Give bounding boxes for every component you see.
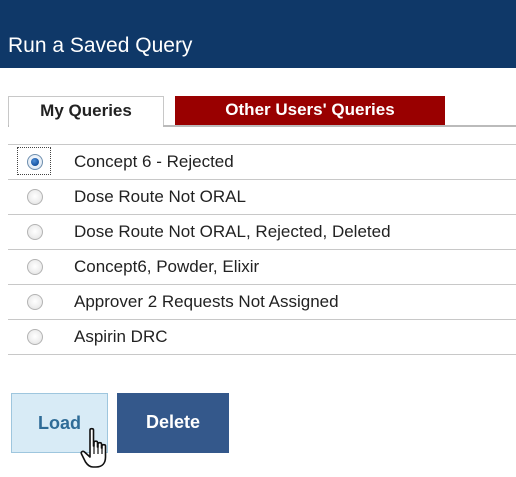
query-row-dose-route-not-oral[interactable]: Dose Route Not ORAL	[8, 180, 516, 215]
query-tabs: My Queries Other Users' Queries	[8, 96, 516, 126]
query-label: Aspirin DRC	[74, 327, 168, 346]
active-tab-underlay	[9, 124, 163, 128]
page-title: Run a Saved Query	[8, 34, 193, 57]
query-label: Dose Route Not ORAL	[74, 187, 246, 206]
query-row-approver-2-requests-not-assigned[interactable]: Approver 2 Requests Not Assigned	[8, 285, 516, 320]
tab-other-users-queries[interactable]: Other Users' Queries	[175, 96, 445, 125]
query-label: Concept 6 - Rejected	[74, 152, 234, 171]
radio-icon[interactable]	[27, 329, 43, 345]
radio-selected-icon[interactable]	[27, 154, 43, 170]
query-row-aspirin-drc[interactable]: Aspirin DRC	[8, 320, 516, 355]
radio-icon[interactable]	[27, 259, 43, 275]
radio-icon[interactable]	[27, 294, 43, 310]
query-label: Dose Route Not ORAL, Rejected, Deleted	[74, 222, 391, 241]
hand-pointer-icon	[80, 427, 107, 468]
query-row-dose-route-not-oral-rejected-deleted[interactable]: Dose Route Not ORAL, Rejected, Deleted	[8, 215, 516, 250]
page-header: Run a Saved Query	[0, 0, 516, 68]
radio-icon[interactable]	[27, 224, 43, 240]
query-row-concept-6-rejected[interactable]: Concept 6 - Rejected	[8, 145, 516, 180]
delete-button[interactable]: Delete	[117, 393, 229, 453]
radio-icon[interactable]	[27, 189, 43, 205]
tab-my-queries[interactable]: My Queries	[8, 96, 164, 125]
query-row-concept6-powder-elixir[interactable]: Concept6, Powder, Elixir	[8, 250, 516, 285]
query-label: Approver 2 Requests Not Assigned	[74, 292, 339, 311]
query-label: Concept6, Powder, Elixir	[74, 257, 260, 276]
saved-query-list: Concept 6 - Rejected Dose Route Not ORAL…	[8, 144, 516, 355]
